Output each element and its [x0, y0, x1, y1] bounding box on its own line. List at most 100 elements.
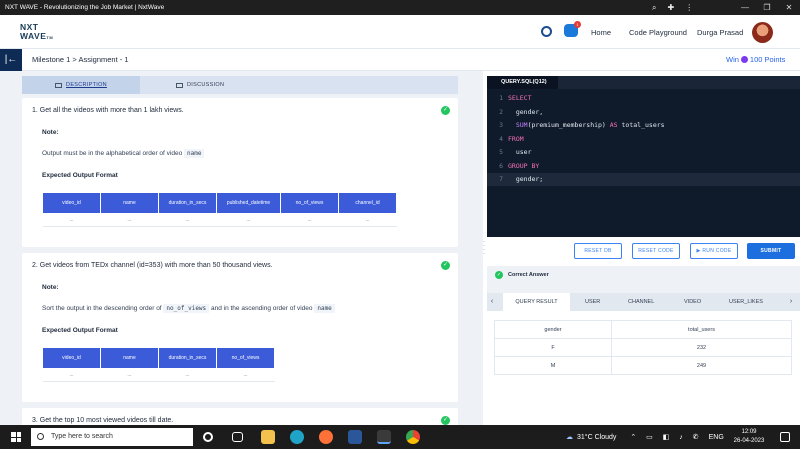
coin-icon [740, 56, 748, 63]
code-editor[interactable]: QUERY.SQL(Q12) 1 SELECT 2 gender, 3 SUM(pre… [487, 76, 800, 237]
line-number: 4 [499, 134, 503, 143]
reset-db-button[interactable]: RESET DB [574, 243, 622, 259]
code-line[interactable]: 5 user [487, 146, 800, 159]
result-tabs: ‹ QUERY RESULT USER CHANNEL VIDEO USER_L… [487, 293, 800, 311]
status-text: Correct Answer [508, 272, 549, 278]
file-explorer-icon[interactable] [261, 430, 275, 444]
question-pane[interactable]: DESCRIPTION DISCUSSION 1. Get all the vi… [0, 71, 483, 425]
result-cell: 232 [611, 338, 792, 357]
windows-start-icon[interactable] [11, 432, 21, 442]
tab-video[interactable]: VIDEO [684, 293, 701, 311]
tab-description[interactable]: DESCRIPTION [22, 76, 140, 94]
code-line[interactable]: 4 FROM [487, 133, 800, 146]
check-icon: ✓ [495, 271, 503, 279]
note-label: Note: [42, 129, 59, 136]
maximize-icon[interactable]: ❐ [756, 3, 778, 12]
line-number: 5 [499, 148, 503, 156]
question-title: 3. Get the top 10 most viewed videos til… [32, 417, 174, 424]
tab-description-label: DESCRIPTION [66, 82, 107, 88]
word-icon[interactable] [348, 430, 362, 444]
code-line[interactable]: 2 gender, [487, 106, 800, 119]
chat-icon[interactable]: 1 [564, 21, 581, 37]
minimize-icon[interactable]: — [734, 3, 756, 12]
chevron-right-icon[interactable]: › [786, 293, 796, 311]
firefox-icon[interactable] [319, 430, 333, 444]
win-label: Win [726, 55, 739, 64]
code-line[interactable]: 6 GROUP BY [487, 160, 800, 173]
weather-text[interactable]: 31°C Cloudy [577, 434, 616, 441]
weather-icon[interactable]: ☁ [566, 433, 573, 441]
result-cell: M [494, 356, 612, 375]
code-token: (premium_membership) [527, 121, 610, 129]
inline-code: name [314, 304, 335, 313]
stopwatch-icon[interactable] [541, 26, 552, 37]
nav-code-playground-link[interactable]: Code Playground [629, 28, 687, 37]
extensions-icon[interactable]: ✚ [667, 3, 674, 12]
breadcrumb: Milestone 1 > Assignment - 1 [32, 55, 129, 64]
editor-file-tab[interactable]: QUERY.SQL(Q12) [487, 76, 558, 89]
tab-user[interactable]: USER [585, 293, 600, 311]
search-placeholder: Type here to search [51, 433, 113, 440]
code-token: GROUP BY [508, 161, 540, 170]
table-row: F 232 [494, 338, 792, 357]
user-name[interactable]: Durga Prasad [697, 28, 743, 37]
reset-code-button[interactable]: RESET CODE [632, 243, 680, 259]
browser-toolbar-icons: ⌕ ✚ ⋮ [652, 0, 693, 15]
table-column-header: name [100, 347, 159, 369]
chrome-icon[interactable] [406, 430, 420, 444]
active-app-icon[interactable] [377, 430, 391, 444]
code-token: SELECT [508, 94, 532, 102]
table-column-header: duration_in_secs [158, 347, 217, 369]
close-icon[interactable]: ✕ [778, 3, 800, 12]
zoom-icon[interactable]: ⌕ [652, 3, 656, 13]
question-card-3: 3. Get the top 10 most viewed videos til… [22, 408, 458, 425]
question-text-part: and in the ascending order of video [210, 305, 313, 312]
table-cell: ... [216, 213, 281, 227]
code-line[interactable]: 1 SELECT [487, 92, 800, 105]
avatar[interactable] [752, 22, 773, 43]
logo-line-2: WAVE [20, 31, 47, 41]
code-line[interactable]: 3 SUM(premium_membership) AS total_users [487, 119, 800, 132]
tray-icons[interactable]: ⌃ ▭ ◧ ♪ ✆ [630, 433, 702, 441]
expected-output-label: Expected Output Format [42, 327, 118, 334]
clock-date: 26-04-2023 [733, 438, 765, 444]
code-token: FROM [508, 134, 524, 143]
notification-icon[interactable] [780, 432, 790, 442]
window-title: NXT WAVE - Revolutionizing the Job Marke… [5, 4, 165, 11]
chevron-left-icon[interactable]: ‹ [487, 293, 497, 311]
pane-resize-handle[interactable]: · · · · [483, 239, 486, 258]
sidebar-toggle-button[interactable]: |← [0, 49, 22, 71]
code-token: total_users [617, 121, 665, 129]
task-view-icon[interactable] [232, 432, 243, 442]
table-header-row: video_id name duration_in_secs published_da… [42, 192, 397, 214]
code-token: gender, [508, 107, 544, 116]
table-cell: ... [216, 368, 275, 382]
tab-channel[interactable]: CHANNEL [628, 293, 654, 311]
run-code-button[interactable]: ▶ RUN CODE [690, 243, 738, 259]
check-icon: ✓ [441, 106, 450, 115]
nav-home-link[interactable]: Home [591, 28, 611, 37]
tab-discussion[interactable]: DISCUSSION [140, 76, 458, 94]
cortana-icon[interactable] [203, 432, 213, 442]
menu-dots-icon[interactable]: ⋮ [685, 3, 693, 12]
nxtwave-logo[interactable]: NXT WAVETM [20, 23, 53, 42]
app-header: NXT WAVETM 1 Home Code Playground Durga … [0, 15, 800, 49]
search-icon [37, 433, 44, 440]
taskbar-search-input[interactable]: Type here to search [31, 428, 193, 446]
tab-user-likes[interactable]: USER_LIKES [729, 293, 763, 311]
check-icon: ✓ [441, 261, 450, 270]
query-result-panel: gender total_users F 232 M 249 [487, 311, 800, 425]
comment-icon [176, 82, 183, 88]
code-line[interactable]: 7 gender; [487, 173, 800, 186]
edge-icon[interactable] [290, 430, 304, 444]
submit-button[interactable]: SUBMIT [747, 243, 795, 259]
tab-query-result[interactable]: QUERY RESULT [503, 293, 570, 311]
question-text-part: Output must be in the alphabetical order… [42, 150, 183, 157]
table-cell: ... [100, 368, 159, 382]
inline-code: no_of_views [163, 304, 210, 313]
check-icon: ✓ [441, 416, 450, 425]
result-cell: F [494, 338, 612, 357]
clock-time: 12:09 [741, 429, 757, 435]
language-indicator[interactable]: ENG [709, 434, 724, 441]
taskbar-clock[interactable]: 12:09 26-04-2023 [730, 428, 768, 446]
